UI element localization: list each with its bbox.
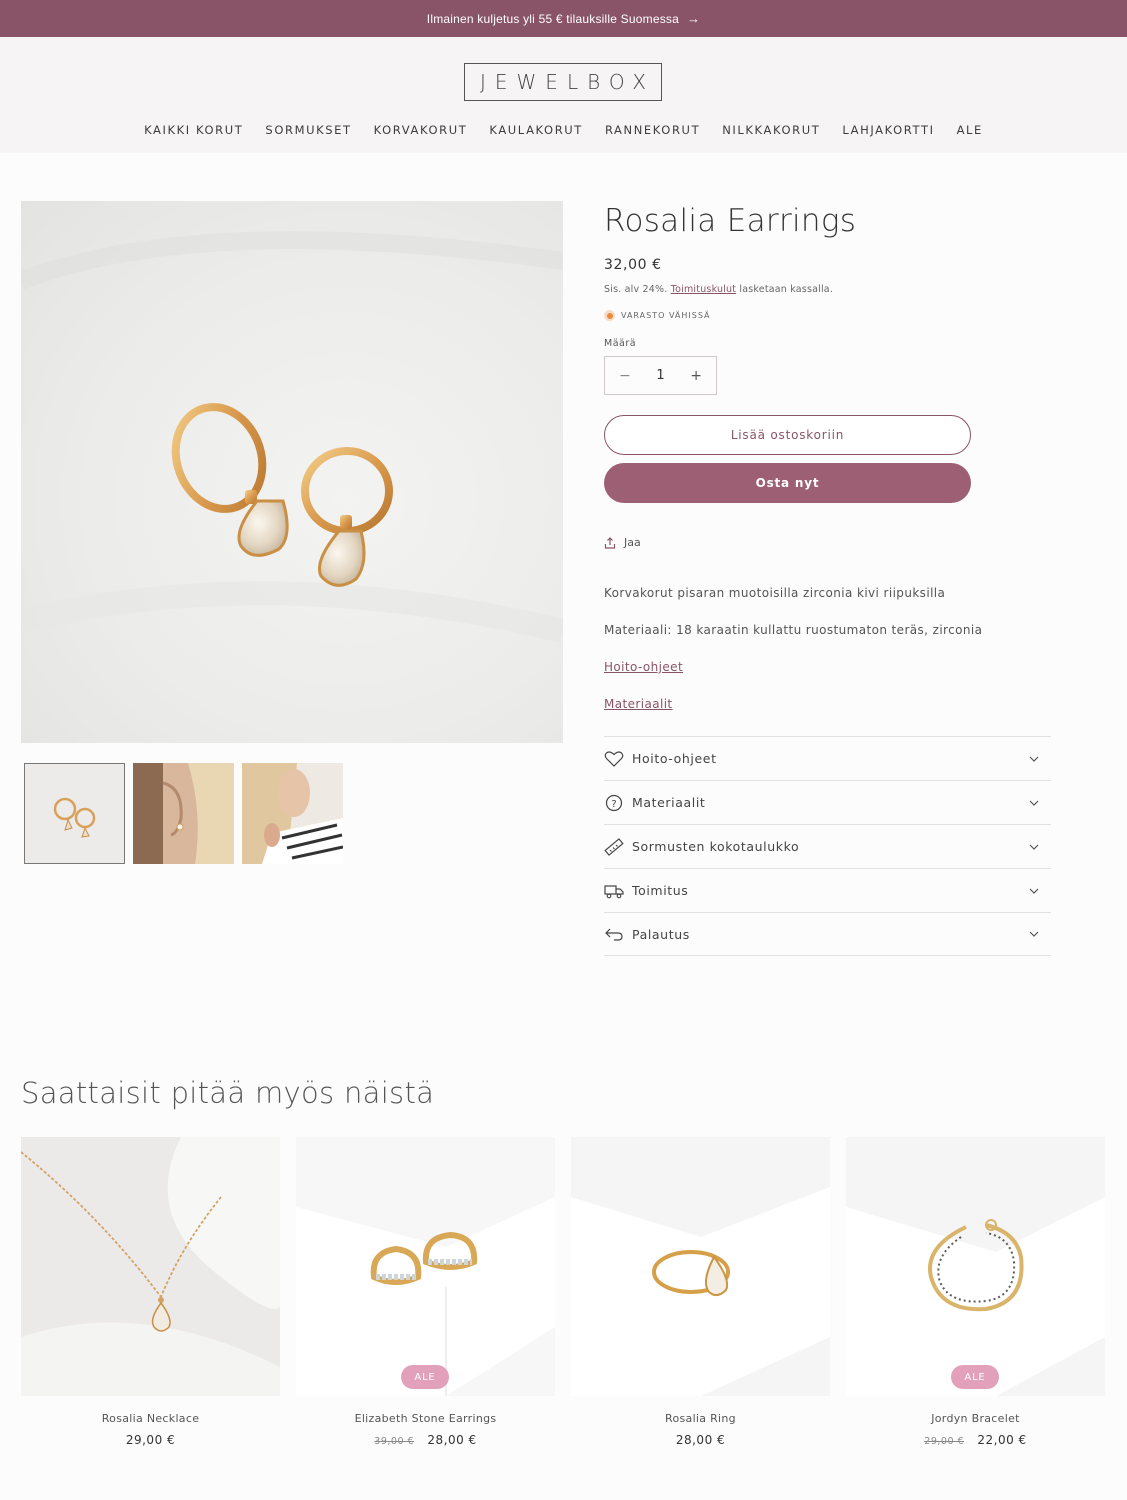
thumbnail-3[interactable] [242, 763, 343, 864]
product-card-jordyn-bracelet[interactable]: ALE Jordyn Bracelet 29,00 € 22,00 € [846, 1137, 1105, 1447]
product-price: 32,00 € [604, 257, 662, 273]
care-link[interactable]: Hoito-ohjeet [604, 660, 683, 674]
share-icon [604, 536, 616, 549]
share-label: Jaa [624, 536, 641, 549]
nav-item-sormukset[interactable]: SORMUKSET [265, 123, 351, 137]
current-price: 22,00 € [977, 1433, 1027, 1447]
accordion-label: Palautus [632, 926, 690, 942]
product-card-name[interactable]: Rosalia Necklace [21, 1412, 280, 1425]
recommendations-title: Saattaisit pitää myös näistä [21, 1076, 435, 1110]
accordion-materiaalit[interactable]: ? Materiaalit [604, 780, 1051, 824]
accordion-palautus[interactable]: Palautus [604, 912, 1051, 956]
accordion-hoito-ohjeet[interactable]: Hoito-ohjeet [604, 736, 1051, 780]
product-card-name[interactable]: Rosalia Ring [571, 1412, 830, 1425]
stock-label: VARASTO VÄHISSÄ [621, 311, 711, 320]
quantity-input[interactable]: 1 [656, 368, 664, 383]
accordion-label: Materiaalit [632, 795, 706, 810]
product-card-image[interactable]: ALE [846, 1137, 1105, 1396]
accordion-toimitus[interactable]: Toimitus [604, 868, 1051, 912]
chevron-down-icon [1029, 800, 1039, 806]
current-price: 29,00 € [125, 1433, 176, 1447]
site-header: JEWELBOX KAIKKI KORUT SORMUKSET KORVAKOR… [0, 37, 1127, 153]
product-description: Korvakorut pisaran muotoisilla zirconia … [604, 586, 946, 600]
product-card-rosalia-ring[interactable]: Rosalia Ring 28,00 € [571, 1137, 830, 1447]
quantity-increase-button[interactable]: + [690, 368, 702, 384]
tax-suffix: lasketaan kassalla. [739, 284, 834, 295]
old-price: 29,00 € [924, 1436, 965, 1447]
product-card-name[interactable]: Elizabeth Stone Earrings [296, 1412, 555, 1425]
nav-item-lahjakortti[interactable]: LAHJAKORTTI [842, 123, 934, 137]
old-price: 39,00 € [374, 1436, 415, 1447]
thumbnail-model-image [242, 763, 343, 864]
tax-prefix: Sis. alv 24%. [604, 284, 668, 295]
truck-icon [604, 881, 624, 901]
ring-photo [571, 1137, 830, 1396]
arrow-right-icon: → [686, 11, 701, 26]
necklace-photo [21, 1137, 280, 1396]
brand-logo[interactable]: JEWELBOX [464, 63, 662, 101]
thumbnail-earrings-image [25, 764, 124, 863]
logo-text: JEWELBOX [480, 70, 655, 94]
product-card-price: 28,00 € [571, 1433, 830, 1447]
announcement-text: Ilmainen kuljetus yli 55 € tilauksille S… [426, 11, 679, 26]
nav-item-rannekorut[interactable]: RANNEKORUT [605, 123, 700, 137]
main-nav: KAIKKI KORUT SORMUKSET KORVAKORUT KAULAK… [0, 123, 1127, 137]
product-main-image[interactable] [21, 201, 563, 743]
add-to-cart-button[interactable]: Lisää ostoskoriin [604, 415, 971, 455]
product-card-image[interactable] [21, 1137, 280, 1396]
product-card-rosalia-necklace[interactable]: Rosalia Necklace 29,00 € [21, 1137, 280, 1447]
product-title: Rosalia Earrings [604, 203, 857, 239]
chevron-down-icon [1029, 931, 1039, 937]
thumbnail-1[interactable] [24, 763, 125, 864]
nav-item-nilkkakorut[interactable]: NILKKAKORUT [722, 123, 820, 137]
product-material: Materiaali: 18 karaatin kullattu ruostum… [604, 623, 983, 637]
chevron-down-icon [1029, 888, 1039, 894]
accordion-sormusten-kokotaulukko[interactable]: Sormusten kokotaulukko [604, 824, 1051, 868]
return-icon [604, 924, 624, 944]
chevron-down-icon [1029, 844, 1039, 850]
stone-earrings-photo [296, 1137, 555, 1396]
materials-link[interactable]: Materiaalit [604, 697, 673, 711]
accordion-label: Sormusten kokotaulukko [632, 839, 800, 854]
product-card-elizabeth-stone-earrings[interactable]: ALE Elizabeth Stone Earrings 39,00 € 28,… [296, 1137, 555, 1447]
ruler-icon [604, 837, 624, 857]
product-card-image[interactable]: ALE [296, 1137, 555, 1396]
nav-item-kaulakorut[interactable]: KAULAKORUT [489, 123, 583, 137]
thumbnail-ear-image [133, 763, 234, 864]
accordion-label: Toimitus [632, 883, 689, 898]
thumbnail-2[interactable] [133, 763, 234, 864]
quantity-label: Määrä [604, 338, 637, 349]
product-card-name[interactable]: Jordyn Bracelet [846, 1412, 1105, 1425]
stock-status: VARASTO VÄHISSÄ [604, 310, 711, 321]
earrings-photo [21, 231, 563, 643]
sale-badge: ALE [951, 1365, 999, 1389]
product-card-image[interactable] [571, 1137, 830, 1396]
buy-now-button[interactable]: Osta nyt [604, 463, 971, 503]
svg-text:?: ? [611, 799, 616, 810]
product-card-price: 29,00 € [21, 1433, 280, 1447]
product-card-price: 29,00 € 22,00 € [846, 1433, 1105, 1447]
quantity-stepper: − 1 + [604, 356, 717, 395]
heart-icon [604, 749, 624, 769]
chevron-down-icon [1029, 756, 1039, 762]
product-card-price: 39,00 € 28,00 € [296, 1433, 555, 1447]
stock-dot-icon [604, 310, 615, 321]
current-price: 28,00 € [675, 1433, 726, 1447]
tax-note: Sis. alv 24%. Toimituskulut lasketaan ka… [604, 284, 833, 295]
sale-badge: ALE [401, 1365, 449, 1389]
quantity-decrease-button[interactable]: − [619, 368, 631, 384]
nav-item-ale[interactable]: ALE [957, 123, 983, 137]
shipping-link[interactable]: Toimituskulut [671, 284, 736, 295]
nav-item-kaikki-korut[interactable]: KAIKKI KORUT [144, 123, 243, 137]
share-button[interactable]: Jaa [604, 536, 641, 549]
announcement-bar[interactable]: Ilmainen kuljetus yli 55 € tilauksille S… [0, 0, 1127, 37]
accordion-label: Hoito-ohjeet [632, 751, 717, 766]
question-icon: ? [604, 793, 624, 813]
current-price: 28,00 € [427, 1433, 477, 1447]
bracelet-photo [846, 1137, 1105, 1396]
nav-item-korvakorut[interactable]: KORVAKORUT [374, 123, 468, 137]
